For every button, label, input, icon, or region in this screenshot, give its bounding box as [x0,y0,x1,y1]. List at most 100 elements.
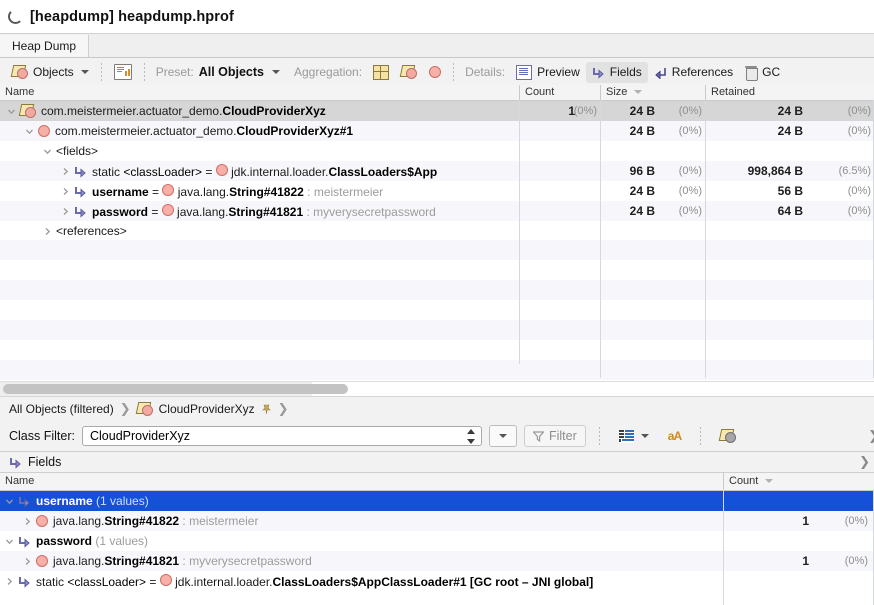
list-item[interactable]: java.lang.String#41821 : myverysecretpas… [0,551,874,571]
table-row[interactable]: <fields> [0,141,874,161]
instance-icon [161,203,174,216]
table-row[interactable]: username = java.lang.String#41822 : meis… [0,181,874,201]
tab-heap-dump[interactable]: Heap Dump [0,35,90,57]
twisty-down-icon[interactable] [5,537,14,546]
twisty-right-icon[interactable] [61,167,70,176]
tree-cell-count-pct [519,181,597,201]
tree-cell-count-pct [519,201,597,221]
details-tab-fields[interactable]: Fields [585,61,648,83]
instance-icon [215,163,228,176]
twisty-down-icon[interactable] [7,107,16,116]
twisty-right-icon[interactable] [43,227,52,236]
fields-icon [74,205,87,218]
details-tab-gc-label: GC [762,65,781,79]
column-header-retained[interactable]: Retained [705,85,874,100]
details-tab-gc[interactable]: GC [739,62,786,83]
fields-column-header-name[interactable]: Name [0,473,723,490]
instance-icon [429,66,442,78]
report-button[interactable] [108,62,138,83]
twisty-right-icon[interactable] [61,187,70,196]
class-icon [18,104,36,118]
aggregation-grid-button[interactable] [367,62,395,83]
table-row[interactable]: com.meistermeier.actuator_demo.CloudProv… [0,101,874,121]
tree-horizontal-scrollbar[interactable] [0,381,874,396]
tree-cell-name: password = java.lang.String#41821 : myve… [0,201,580,221]
toolbar-divider [453,63,455,81]
column-header-size[interactable]: Size [600,85,705,100]
table-row[interactable]: static <classLoader> = jdk.internal.load… [0,161,874,181]
breadcrumb: All Objects (filtered) ❯ CloudProviderXy… [0,396,874,422]
pin-icon[interactable] [261,404,272,415]
aggregation-instance-button[interactable] [423,62,447,83]
filter-button[interactable]: Filter [523,425,586,447]
columns-button[interactable] [613,426,655,447]
instance-icon [162,183,175,196]
fields-cell-count-pct: (0%) [844,555,868,567]
fields-cell-name: username (1 values) [0,491,728,511]
tree-cell-size-pct: (0%) [678,125,702,137]
class-icon [10,65,28,79]
twisty-down-icon[interactable] [43,147,52,156]
font-icon: aA [667,429,682,443]
list-item[interactable]: username (1 values) [0,491,874,511]
tree-cell-name: <fields> [0,141,562,161]
funnel-icon [532,430,545,442]
table-row[interactable]: com.meistermeier.actuator_demo.CloudProv… [0,121,874,141]
list-item[interactable]: password (1 values) [0,531,874,551]
twisty-right-icon[interactable] [61,207,70,216]
twisty-right-icon[interactable] [5,577,14,586]
class-filter-input[interactable]: CloudProviderXyz [81,426,482,446]
twisty-down-icon[interactable] [25,127,34,136]
fields-column-header-count[interactable]: Count [723,473,874,490]
scrollbar-thumb[interactable] [3,384,348,394]
spinner-icon [8,9,23,24]
objects-tree-table: Name Count Size Retained com.meistermeie… [0,85,874,380]
fields-panel-overflow-icon[interactable]: ❯ [859,454,870,470]
details-tab-fields-label: Fields [609,65,642,79]
objects-grayscale-button[interactable] [714,426,742,447]
column-header-count[interactable]: Count [519,85,600,100]
tree-cell-size-pct: (0%) [678,165,702,177]
toolbar-overflow-icon[interactable]: ❯ [868,428,874,444]
font-size-button[interactable]: aA [662,426,687,447]
stepper-icon[interactable] [466,429,477,444]
list-item[interactable]: static <classLoader> = jdk.internal.load… [0,571,874,591]
table-row-empty [0,260,874,280]
class-filter-history-button[interactable] [488,425,517,447]
details-tab-preview[interactable]: Preview [510,62,586,83]
twisty-right-icon[interactable] [23,557,32,566]
chevron-right-icon: ❯ [277,401,289,416]
fields-cell-count-pct [723,531,868,551]
object-gray-icon [718,429,737,443]
preset-dropdown[interactable]: All Objects [199,65,280,79]
fields-cell-name: java.lang.String#41822 : meistermeier [0,511,746,531]
tree-header-row: Name Count Size Retained [0,85,874,101]
aggregation-class-button[interactable] [395,62,423,83]
report-icon [113,64,132,80]
details-tab-references-label: References [671,65,734,79]
tree-cell-name: <references> [0,221,562,241]
tree-cell-retained-pct: (0%) [847,125,871,137]
tree-cell-retained-pct [705,141,871,161]
fields-icon [18,575,31,588]
fields-icon [18,535,31,548]
table-row[interactable]: <references> [0,221,874,241]
objects-button[interactable]: Objects [6,62,95,83]
details-tab-references[interactable]: References [648,62,739,83]
table-row[interactable]: password = java.lang.String#41821 : myve… [0,201,874,221]
tree-cell-size-pct [600,221,702,241]
column-divider [600,100,601,378]
tree-cell-retained-pct [705,221,871,241]
twisty-right-icon[interactable] [23,517,32,526]
breadcrumb-node[interactable]: CloudProviderXyz [159,402,255,416]
references-icon [654,66,667,80]
fields-cell-name: static <classLoader> = jdk.internal.load… [0,571,728,591]
twisty-down-icon[interactable] [5,497,14,506]
list-item[interactable]: java.lang.String#41822 : meistermeier 1 (0… [0,511,874,531]
column-divider [705,100,706,378]
breadcrumb-root[interactable]: All Objects (filtered) [9,402,114,416]
column-header-name[interactable]: Name [0,85,519,100]
chevron-down-icon [640,434,649,438]
instance-icon [38,125,50,137]
instance-icon [36,555,48,567]
